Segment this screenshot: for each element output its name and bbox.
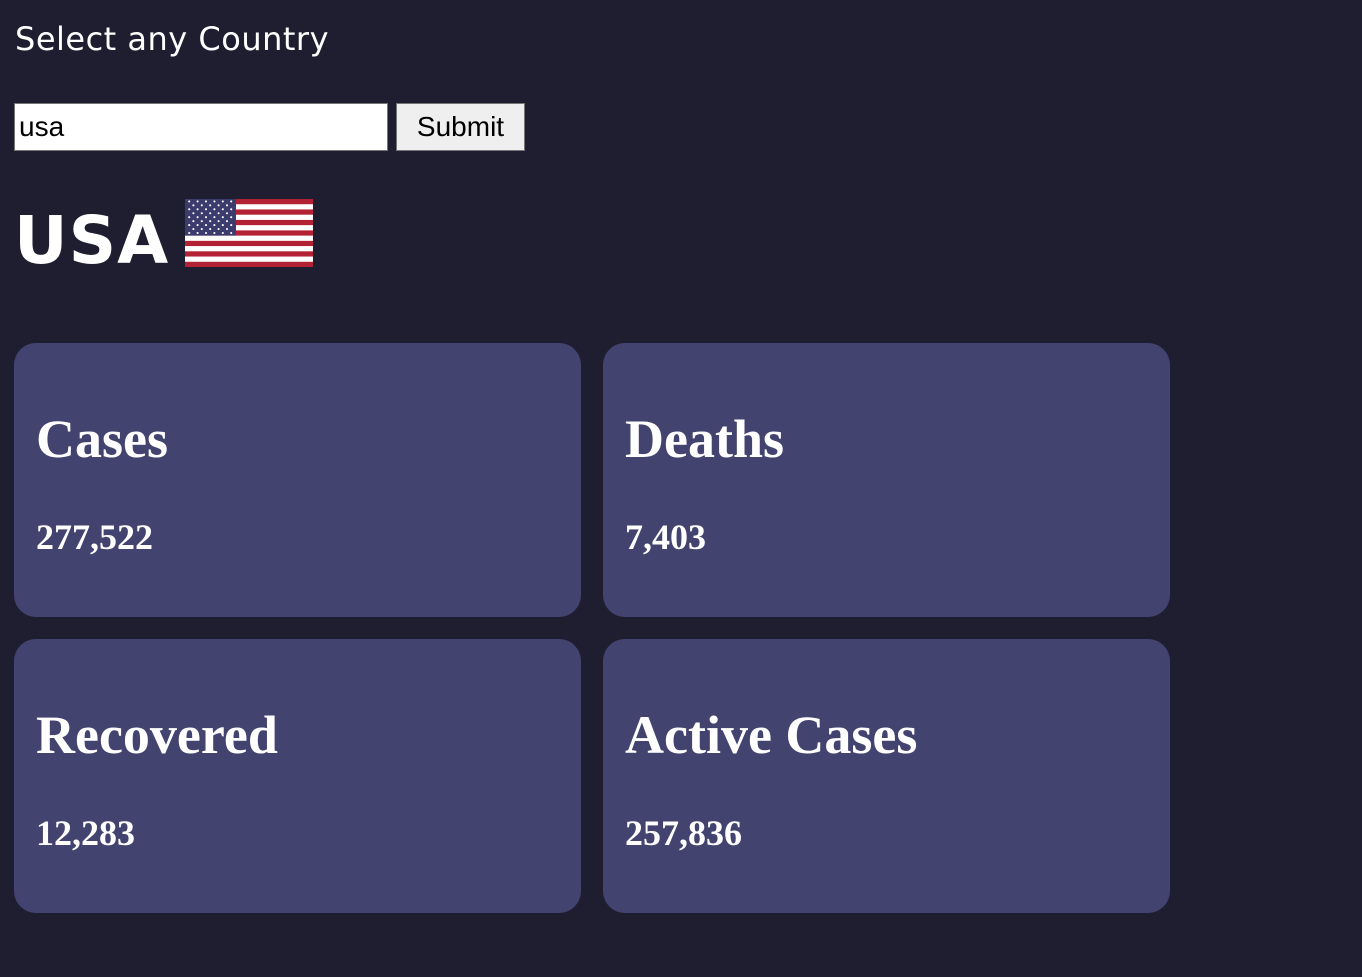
search-form: Submit xyxy=(14,103,525,151)
country-search-input[interactable] xyxy=(14,103,388,151)
us-flag-icon xyxy=(185,199,314,267)
active-cases-value: 257,836 xyxy=(625,813,742,853)
recovered-title: Recovered xyxy=(36,705,278,765)
recovered-value: 12,283 xyxy=(36,813,135,853)
cases-card: Cases 277,522 xyxy=(14,343,581,617)
deaths-card: Deaths 7,403 xyxy=(603,343,1170,617)
deaths-value: 7,403 xyxy=(625,517,706,557)
country-name: USA xyxy=(14,202,170,279)
country-header: USA xyxy=(14,199,314,283)
cases-value: 277,522 xyxy=(36,517,153,557)
active-cases-title: Active Cases xyxy=(625,705,918,765)
cases-title: Cases xyxy=(36,409,168,469)
deaths-title: Deaths xyxy=(625,409,784,469)
active-cases-card: Active Cases 257,836 xyxy=(603,639,1170,913)
recovered-card: Recovered 12,283 xyxy=(14,639,581,913)
select-country-label: Select any Country xyxy=(15,20,330,58)
submit-button[interactable]: Submit xyxy=(396,103,525,151)
